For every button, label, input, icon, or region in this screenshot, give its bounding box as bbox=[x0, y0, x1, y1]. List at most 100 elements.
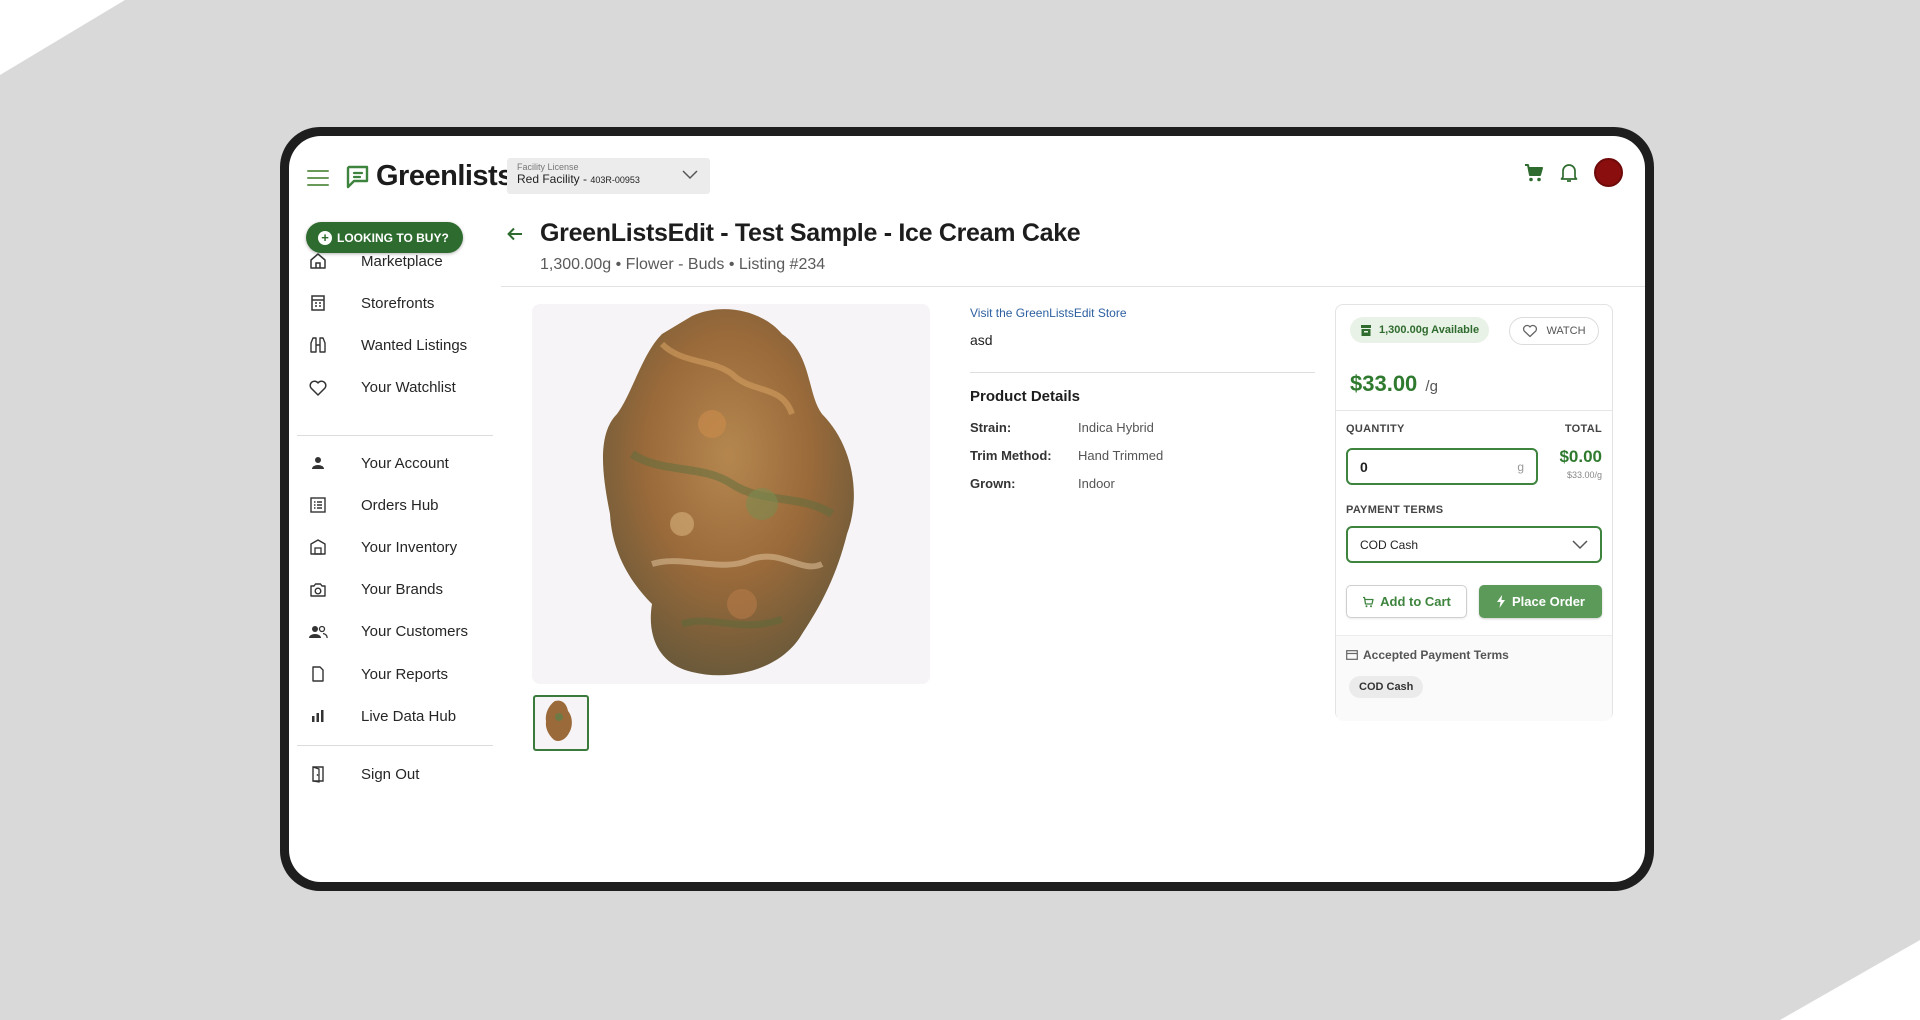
detail-value: Indica Hybrid bbox=[1078, 420, 1154, 435]
quantity-value: 0 bbox=[1360, 458, 1368, 475]
box-icon bbox=[1361, 324, 1371, 336]
unit-price: $33.00 /g bbox=[1350, 371, 1438, 397]
header-divider bbox=[501, 286, 1645, 287]
facility-name: Red Facility - bbox=[517, 172, 591, 186]
person-icon bbox=[312, 457, 324, 470]
sidebar-item-label: Your Account bbox=[361, 454, 449, 472]
sidebar-item-storefronts[interactable]: Storefronts bbox=[297, 282, 493, 324]
sidebar-item-label: Your Reports bbox=[361, 665, 448, 683]
sidebar-item-brands[interactable]: Your Brands bbox=[297, 569, 493, 611]
total-rate: $33.00/g bbox=[1566, 470, 1602, 480]
payment-terms-label: PAYMENT TERMS bbox=[1346, 504, 1444, 516]
add-to-cart-button[interactable]: Add to Cart bbox=[1346, 585, 1467, 618]
accepted-terms-section: Accepted Payment Terms COD Cash bbox=[1336, 635, 1612, 721]
detail-row-grown: Grown: Indoor bbox=[970, 476, 1115, 491]
facility-value: Red Facility - 403R-00953 bbox=[517, 172, 700, 187]
sidebar-item-customers[interactable]: Your Customers bbox=[297, 611, 493, 653]
logo[interactable]: Greenlists bbox=[344, 160, 513, 193]
sidebar-divider bbox=[297, 435, 493, 436]
heart-icon bbox=[1523, 324, 1538, 338]
binoculars-icon bbox=[310, 337, 326, 354]
detail-key: Grown: bbox=[970, 476, 1016, 491]
header-actions bbox=[1508, 158, 1623, 187]
sidebar-item-sign-out[interactable]: Sign Out bbox=[297, 753, 493, 795]
total-label: TOTAL bbox=[1564, 423, 1602, 435]
sidebar-item-marketplace[interactable]: Marketplace bbox=[297, 240, 493, 282]
sidebar-item-label: Your Watchlist bbox=[361, 379, 456, 397]
product-thumbnail-graphic bbox=[545, 700, 572, 741]
sidebar-item-label: Storefronts bbox=[361, 294, 435, 312]
card-divider bbox=[1336, 410, 1612, 411]
sidebar-nav-account: Your Account Orders Hub Your Inventory Y… bbox=[297, 442, 493, 737]
listing-subtitle: 1,300.00g • Flower - Buds • Listing #234 bbox=[540, 256, 826, 273]
listing-description: asd bbox=[970, 332, 993, 348]
watch-label: WATCH bbox=[1546, 325, 1586, 337]
home-icon bbox=[310, 253, 326, 269]
detail-value: Indoor bbox=[1078, 476, 1115, 491]
people-icon bbox=[309, 625, 328, 638]
cart-icon bbox=[1363, 596, 1374, 607]
price-value: $33.00 bbox=[1350, 371, 1418, 396]
payment-term-chip: COD Cash bbox=[1349, 676, 1424, 698]
quantity-input[interactable]: 0 g bbox=[1346, 448, 1538, 485]
chevron-down-icon bbox=[1572, 539, 1588, 549]
sidebar-item-label: Your Brands bbox=[361, 581, 444, 599]
accepted-terms-title: Accepted Payment Terms bbox=[1346, 648, 1509, 662]
facility-id: 403R-00953 bbox=[590, 175, 640, 185]
lightning-icon bbox=[1497, 595, 1505, 608]
menu-icon[interactable] bbox=[307, 170, 329, 186]
product-image[interactable] bbox=[532, 304, 930, 684]
app-screen: Greenlists Facility License Red Facility… bbox=[289, 136, 1645, 882]
details-divider bbox=[970, 372, 1315, 373]
logo-icon bbox=[346, 165, 369, 188]
warehouse-icon bbox=[310, 539, 326, 556]
page-title: GreenListsEdit - Test Sample - Ice Cream… bbox=[540, 219, 1081, 247]
sidebar-item-label: Wanted Listings bbox=[361, 336, 468, 354]
bar-chart-icon bbox=[312, 710, 324, 723]
avatar[interactable] bbox=[1594, 158, 1623, 187]
detail-row-strain: Strain: Indica Hybrid bbox=[970, 420, 1154, 435]
total-value: $0.00 bbox=[1559, 447, 1602, 466]
document-icon bbox=[312, 666, 324, 682]
sidebar-item-label: Orders Hub bbox=[361, 496, 439, 514]
payment-terms-value: COD Cash bbox=[1360, 537, 1419, 552]
sidebar-item-live-data-hub[interactable]: Live Data Hub bbox=[297, 695, 493, 737]
credit-card-icon bbox=[1346, 650, 1358, 660]
store-link[interactable]: Visit the GreenListsEdit Store bbox=[970, 306, 1127, 320]
bell-icon[interactable] bbox=[1560, 163, 1578, 183]
product-details-title: Product Details bbox=[970, 388, 1081, 405]
detail-value: Hand Trimmed bbox=[1078, 448, 1164, 463]
facility-select[interactable]: Facility License Red Facility - 403R-009… bbox=[507, 158, 710, 194]
sidebar-item-label: Sign Out bbox=[361, 765, 420, 783]
facility-label: Facility License bbox=[517, 162, 579, 172]
payment-terms-select[interactable]: COD Cash bbox=[1346, 526, 1602, 563]
heart-icon bbox=[309, 380, 327, 396]
sidebar-item-account[interactable]: Your Account bbox=[297, 442, 493, 484]
sidebar-item-wanted-listings[interactable]: Wanted Listings bbox=[297, 324, 493, 366]
availability-text: 1,300.00g Available bbox=[1379, 324, 1480, 336]
sidebar-nav-signout: Sign Out bbox=[297, 753, 493, 795]
sidebar-item-reports[interactable]: Your Reports bbox=[297, 653, 493, 695]
storefront-icon bbox=[311, 295, 325, 312]
back-arrow-icon[interactable] bbox=[507, 227, 523, 241]
sidebar-divider bbox=[297, 745, 493, 746]
logo-text: Greenlists bbox=[376, 160, 513, 192]
list-icon bbox=[310, 497, 326, 513]
availability-badge: 1,300.00g Available bbox=[1350, 317, 1490, 343]
sidebar-item-label: Your Inventory bbox=[361, 538, 458, 556]
watch-button[interactable]: WATCH bbox=[1509, 317, 1599, 345]
sidebar-item-label: Marketplace bbox=[361, 252, 443, 270]
place-order-button[interactable]: Place Order bbox=[1479, 585, 1602, 618]
sidebar-nav-primary: Marketplace Storefronts Wanted Listings … bbox=[297, 240, 493, 409]
sidebar-item-orders-hub[interactable]: Orders Hub bbox=[297, 484, 493, 526]
product-image-graphic bbox=[602, 309, 854, 676]
quantity-unit: g bbox=[1517, 459, 1524, 474]
product-thumbnail[interactable] bbox=[533, 695, 589, 751]
sidebar-item-inventory[interactable]: Your Inventory bbox=[297, 526, 493, 568]
sidebar-item-watchlist[interactable]: Your Watchlist bbox=[297, 367, 493, 409]
cart-icon[interactable] bbox=[1524, 163, 1544, 183]
door-icon bbox=[312, 766, 324, 783]
chevron-down-icon bbox=[682, 170, 698, 180]
quantity-label: QUANTITY bbox=[1346, 423, 1405, 435]
price-unit: /g bbox=[1425, 378, 1438, 395]
